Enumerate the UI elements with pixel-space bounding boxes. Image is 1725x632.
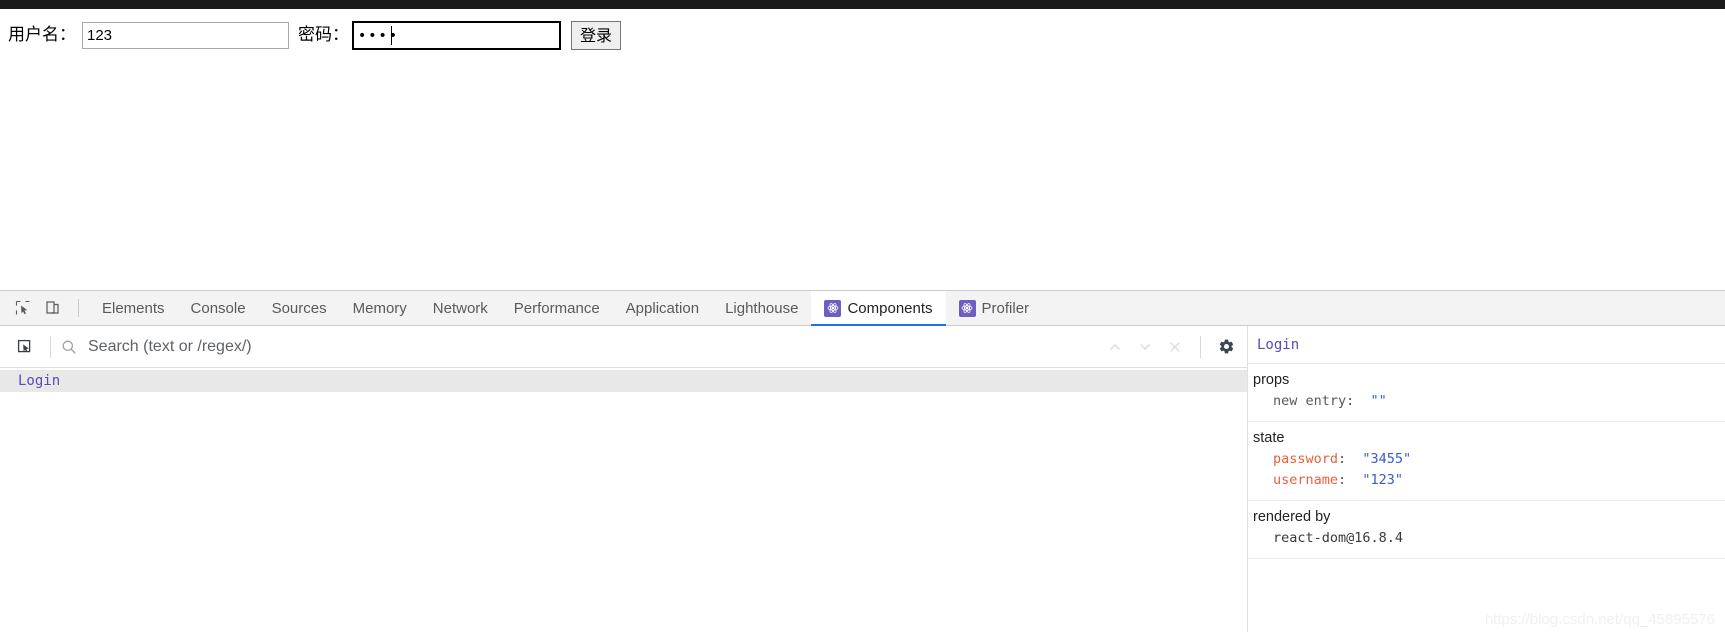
watermark-text: https://blog.csdn.net/qq_45895576 [1484,611,1715,628]
tab-label: Components [847,299,933,317]
tab-profiler[interactable]: Profiler [946,291,1043,325]
inspector-key: new entry [1273,393,1347,409]
inspector-colon: : [1338,472,1363,488]
tree-item-label: Login [18,373,61,389]
close-icon [1170,341,1180,352]
tab-elements[interactable]: Elements [89,291,178,325]
tab-label: Sources [271,299,327,317]
toolbar-divider [78,299,79,317]
inspected-component-name: Login [1248,326,1725,364]
search-action-group [1100,332,1247,362]
tab-label: Console [190,299,246,317]
devtools-panel: Elements Console Sources Memory Network Perfo… [0,290,1725,632]
inspector-section-title: state [1253,430,1285,446]
page-viewport: 用户名： 密码： •••• 登录 [0,9,1725,290]
tab-sources[interactable]: Sources [259,291,340,325]
password-input[interactable] [352,21,561,50]
search-next-button[interactable] [1130,332,1160,362]
inspector-value[interactable]: "123" [1362,470,1403,491]
chevron-down-icon [1140,343,1150,350]
devtools-settings-button[interactable] [1211,332,1241,362]
device-toolbar-icon [46,301,59,314]
devtools-tabbar: Elements Console Sources Memory Network Perfo… [0,291,1725,326]
react-atom-icon [958,299,976,317]
inspector-colon: : [1346,393,1371,409]
inspector-key: password [1273,451,1339,467]
select-component-icon [17,339,31,352]
select-component-button[interactable] [10,332,40,362]
inspector-row[interactable]: password: "3455" [1248,449,1725,470]
devtools-body: Login Login props new entry: "" state passw… [0,326,1725,632]
search-icon [62,340,76,354]
components-tree-pane: Login [0,326,1248,632]
inspector-row[interactable]: new entry: "" [1248,391,1725,412]
device-toolbar-button[interactable] [38,291,68,325]
tab-components[interactable]: Components [811,291,946,326]
inspector-section-props: props new entry: "" [1248,364,1725,422]
inspector-row[interactable]: username: "123" [1248,470,1725,491]
devtools-tab-list: Elements Console Sources Memory Network Perfo… [89,291,1043,326]
tab-label: Network [432,299,488,317]
app-root: 用户名： 密码： •••• 登录 [0,0,1725,632]
tab-label: Application [625,299,700,317]
gear-icon [1219,339,1233,354]
inspector-section-title: props [1253,372,1290,388]
tree-item-login[interactable]: Login [0,370,1247,392]
tab-application[interactable]: Application [613,291,712,325]
inspect-element-button[interactable] [8,291,38,325]
tab-label: Memory [352,299,407,317]
inspector-value[interactable]: "" [1371,391,1387,412]
login-submit-button[interactable]: 登录 [571,21,622,50]
actions-divider [1200,335,1201,358]
password-field-wrapper: •••• [349,21,561,50]
search-clear-button[interactable] [1160,332,1190,362]
tab-performance[interactable]: Performance [501,291,613,325]
inspect-element-icon [15,300,30,315]
chevron-up-icon [1110,343,1120,350]
tab-label: Profiler [981,299,1030,317]
password-label: 密码： [298,25,349,45]
text-caret [391,26,392,45]
search-prev-button[interactable] [1100,332,1130,362]
inspector-key: username [1273,472,1339,488]
search-divider [50,335,51,358]
username-input[interactable] [82,22,289,49]
tab-lighthouse[interactable]: Lighthouse [712,291,811,325]
component-tree: Login [0,368,1247,632]
inspector-section-title: rendered by [1253,509,1331,525]
react-atom-icon [824,299,842,317]
tab-label: Elements [102,299,165,317]
tab-memory[interactable]: Memory [340,291,420,325]
search-field-group [61,336,1100,357]
tab-label: Lighthouse [725,299,799,317]
components-search-toolbar [0,326,1247,368]
inspector-colon: : [1338,451,1363,467]
inspector-plain-line: react-dom@16.8.4 [1273,530,1404,546]
tab-label: Performance [513,299,600,317]
inspector-section-rendered-by: rendered by react-dom@16.8.4 [1248,501,1725,559]
inspector-sections: props new entry: "" state password: "3455" u… [1248,364,1725,559]
inspector-value[interactable]: "3455" [1362,449,1411,470]
search-input[interactable] [86,336,1100,357]
browser-chrome-strip [0,0,1725,9]
login-form: 用户名： 密码： •••• 登录 [8,21,622,50]
inspector-section-state: state password: "3455" username: "123" [1248,422,1725,501]
username-label: 用户名： [8,25,76,45]
tab-network[interactable]: Network [420,291,501,325]
tab-console[interactable]: Console [178,291,259,325]
component-inspector-pane: Login props new entry: "" state password: "… [1248,326,1725,632]
